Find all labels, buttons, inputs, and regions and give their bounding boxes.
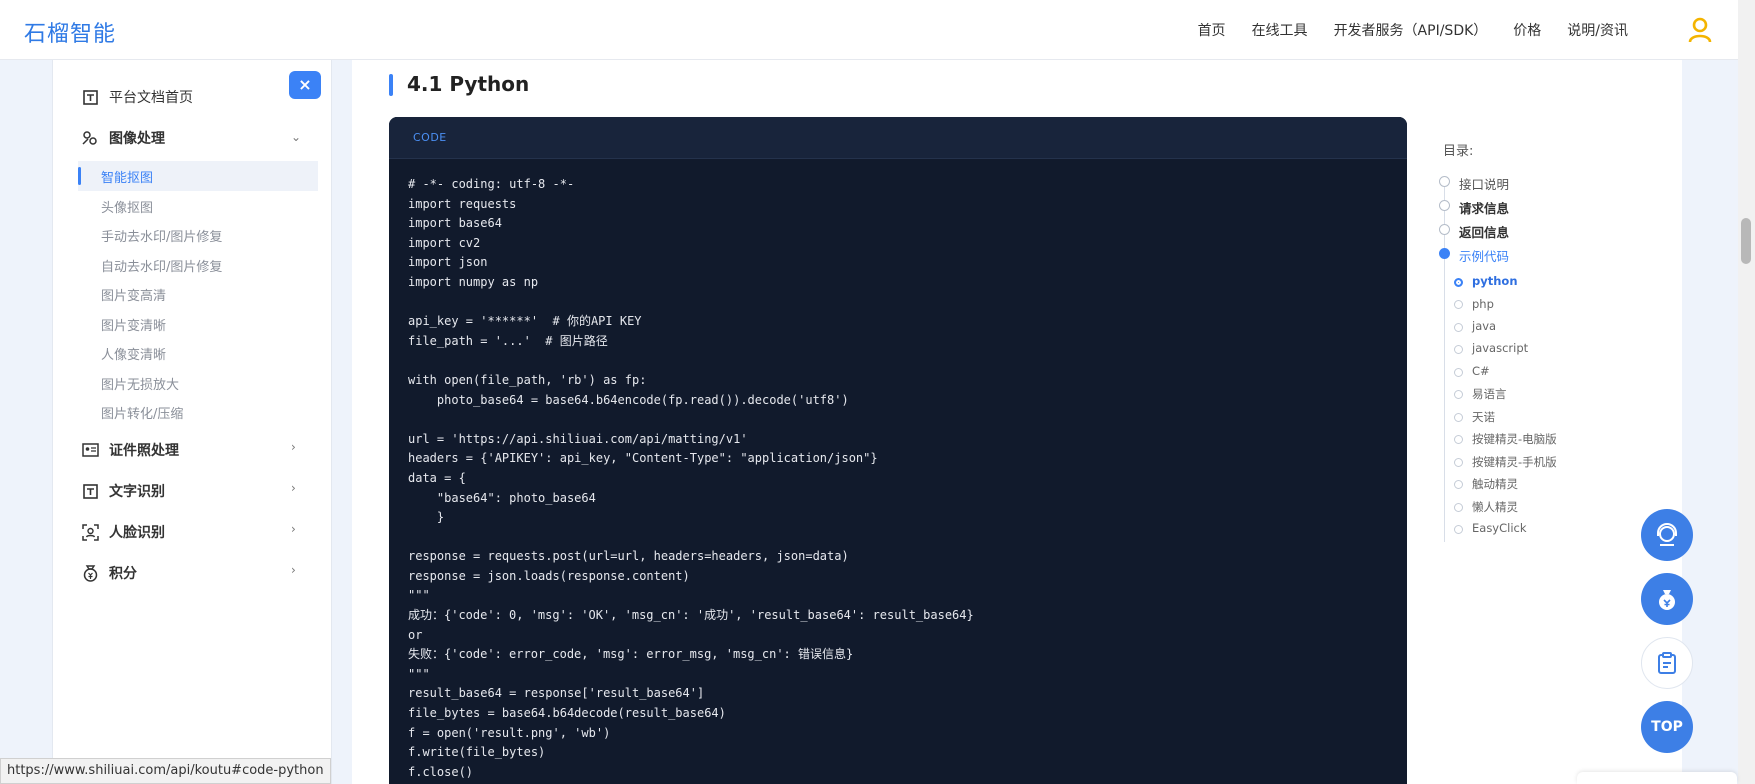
toc-subdot-active — [1454, 278, 1463, 287]
toc-sub-anjian-mobile[interactable]: 按键精灵-手机版 — [1472, 454, 1557, 470]
nav-pricing[interactable]: 价格 — [1513, 20, 1541, 40]
text-recognition-icon — [81, 482, 99, 500]
money-bag-icon — [1659, 590, 1675, 610]
chevron-right-icon[interactable]: › — [291, 481, 296, 495]
chevron-right-icon[interactable]: › — [291, 440, 296, 454]
toc-dot — [1439, 200, 1450, 211]
sidebar-group-label: 积分 — [109, 566, 137, 582]
sidebar-subitem-smart-matting[interactable]: 智能抠图 — [101, 167, 153, 186]
sidebar-group-label: 证件照处理 — [109, 443, 179, 459]
toc-dot — [1439, 176, 1450, 187]
sidebar-group-image-processing[interactable]: 图像处理 — [81, 128, 165, 148]
toc-item-example-code[interactable]: 示例代码 — [1459, 246, 1509, 265]
section-title: 4.1 Python — [407, 72, 530, 96]
site-logo[interactable]: 石榴智能 — [24, 16, 116, 48]
toc-sub-python[interactable]: python — [1472, 274, 1518, 288]
toc-subdot — [1454, 413, 1463, 422]
toc-sub-lanren[interactable]: 懒人精灵 — [1472, 499, 1518, 515]
sidebar-group-ocr[interactable]: 文字识别 — [81, 481, 165, 501]
sidebar-group-face[interactable]: 人脸识别 — [81, 522, 165, 542]
toc-subdot — [1454, 480, 1463, 489]
sidebar-item-docs-home[interactable]: 平台文档首页 — [81, 87, 193, 107]
clipboard-icon — [1658, 652, 1676, 674]
toc-dot — [1439, 224, 1450, 235]
section-title-marker — [389, 74, 393, 96]
chevron-right-icon[interactable]: › — [291, 522, 296, 536]
sidebar-item-label: 平台文档首页 — [109, 90, 193, 106]
toc-subdot — [1454, 503, 1463, 512]
id-card-icon — [81, 441, 99, 459]
face-recognition-icon — [81, 523, 99, 541]
user-icon[interactable] — [1688, 17, 1712, 43]
toc-sub-tiannuo[interactable]: 天诺 — [1472, 409, 1495, 425]
sidebar-subitem-upscale[interactable]: 图片无损放大 — [101, 374, 179, 393]
toc-subdot — [1454, 390, 1463, 399]
browser-extension-tray — [1577, 772, 1737, 784]
points-shop-button[interactable] — [1641, 573, 1693, 625]
sidebar-subitem-hd[interactable]: 图片变高清 — [101, 285, 166, 304]
sidebar-group-label: 文字识别 — [109, 484, 165, 500]
toc-subdot — [1454, 345, 1463, 354]
headset-icon — [1657, 523, 1677, 546]
back-to-top-button[interactable]: TOP — [1641, 701, 1693, 753]
feedback-button[interactable] — [1641, 637, 1693, 689]
status-bar-url: https://www.shiliuai.com/api/koutu#code-… — [0, 758, 331, 784]
close-sidebar-button[interactable]: × — [289, 71, 321, 99]
sidebar-group-label: 图像处理 — [109, 131, 165, 147]
chevron-right-icon[interactable]: › — [291, 563, 296, 577]
page-scrollbar[interactable] — [1738, 0, 1755, 784]
nav-developer-services[interactable]: 开发者服务（API/SDK） — [1334, 20, 1488, 40]
docs-sidebar: × 平台文档首页 图像处理 ⌄ 智能抠图 头像抠图 手动去水印/图片修复 自动去… — [52, 60, 332, 784]
toc-subdot — [1454, 458, 1463, 467]
toc-title: 目录: — [1443, 144, 1474, 159]
top-navigation-bar: 石榴智能 首页 在线工具 开发者服务（API/SDK） 价格 说明/资讯 — [0, 0, 1738, 60]
toc-item-request[interactable]: 请求信息 — [1459, 198, 1509, 217]
image-process-icon — [81, 129, 99, 147]
points-icon — [81, 564, 99, 582]
sidebar-subitem-auto-watermark[interactable]: 自动去水印/图片修复 — [101, 256, 222, 275]
toc-subdot — [1454, 525, 1463, 534]
toc-sub-easyclick[interactable]: EasyClick — [1472, 521, 1527, 535]
toc-item-response[interactable]: 返回信息 — [1459, 222, 1509, 241]
code-block: CODE # -*- coding: utf-8 -*- import requ… — [389, 117, 1407, 784]
toc-sub-csharp[interactable]: C# — [1472, 364, 1490, 378]
toc-sub-javascript[interactable]: javascript — [1472, 341, 1528, 355]
toc-sub-java[interactable]: java — [1472, 319, 1496, 333]
sidebar-group-points[interactable]: 积分 — [81, 563, 137, 583]
toc-subdot — [1454, 435, 1463, 444]
nav-online-tools[interactable]: 在线工具 — [1252, 20, 1308, 40]
toc-subdot — [1454, 323, 1463, 332]
sidebar-group-label: 人脸识别 — [109, 525, 165, 541]
sidebar-subitem-avatar-matting[interactable]: 头像抠图 — [101, 197, 153, 216]
toc-item-interface[interactable]: 接口说明 — [1459, 174, 1509, 193]
code-content[interactable]: # -*- coding: utf-8 -*- import requests … — [389, 159, 1407, 782]
active-item-indicator — [78, 167, 81, 185]
toc-sub-php[interactable]: php — [1472, 297, 1494, 311]
sidebar-subitem-convert[interactable]: 图片转化/压缩 — [101, 403, 183, 422]
code-block-label: CODE — [389, 117, 1407, 159]
nav-home[interactable]: 首页 — [1198, 20, 1226, 40]
toc-sub-anjian-pc[interactable]: 按键精灵-电脑版 — [1472, 431, 1557, 447]
sidebar-subitem-portrait-sharpen[interactable]: 人像变清晰 — [101, 344, 166, 363]
nav-docs-news[interactable]: 说明/资讯 — [1567, 20, 1628, 40]
main-nav: 首页 在线工具 开发者服务（API/SDK） 价格 说明/资讯 — [1198, 20, 1628, 40]
chevron-down-icon[interactable]: ⌄ — [291, 130, 301, 144]
customer-service-button[interactable] — [1641, 509, 1693, 561]
sidebar-group-id-photo[interactable]: 证件照处理 — [81, 440, 179, 460]
toc-subdot — [1454, 368, 1463, 377]
document-icon — [81, 88, 99, 106]
toc-dot-active — [1439, 248, 1450, 259]
toc-sub-yiyuyan[interactable]: 易语言 — [1472, 386, 1507, 402]
toc-subdot — [1454, 300, 1463, 309]
sidebar-subitem-manual-watermark[interactable]: 手动去水印/图片修复 — [101, 226, 222, 245]
toc-sub-chudong[interactable]: 触动精灵 — [1472, 476, 1518, 492]
scrollbar-thumb[interactable] — [1741, 218, 1751, 264]
sidebar-subitem-sharpen[interactable]: 图片变清晰 — [101, 315, 166, 334]
